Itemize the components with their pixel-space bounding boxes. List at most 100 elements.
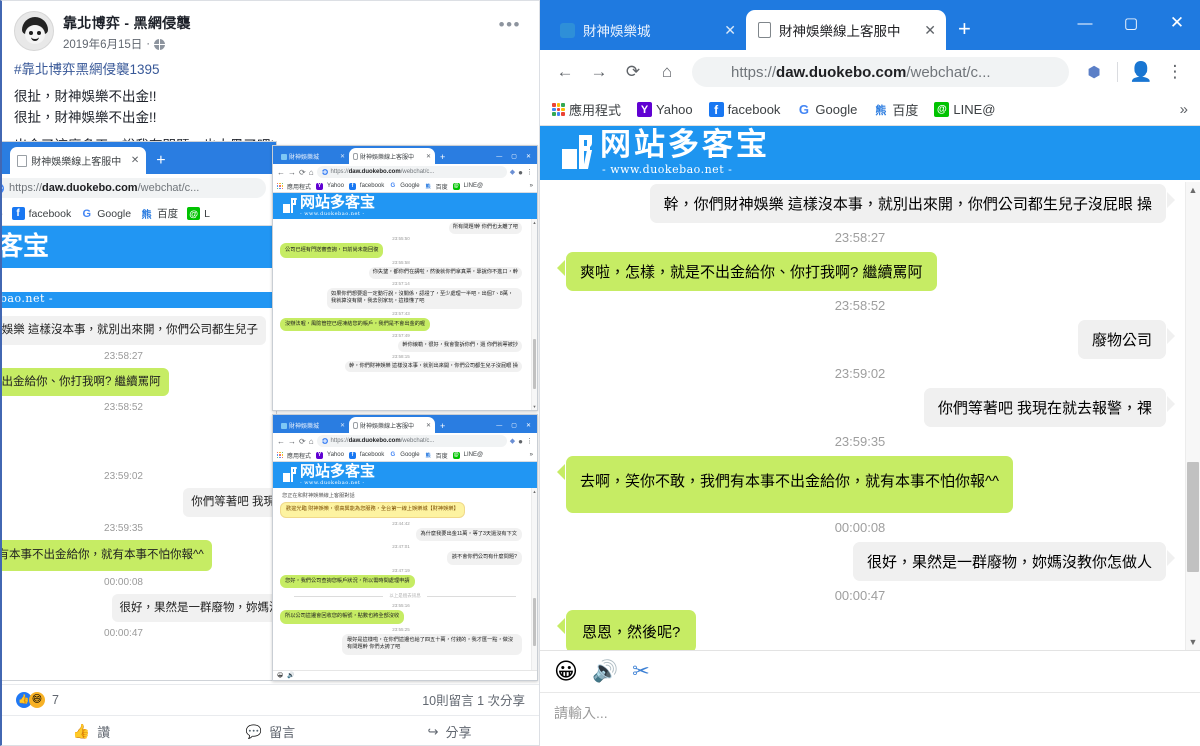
bookmark-baidu[interactable]: 熊 百度 bbox=[425, 182, 448, 191]
back-button[interactable]: ← bbox=[550, 57, 580, 87]
extension-icon[interactable]: ◆ bbox=[510, 168, 515, 176]
back-button[interactable]: ← bbox=[277, 168, 285, 177]
home-button[interactable]: ⌂ bbox=[652, 57, 682, 87]
bookmark-facebook[interactable]: f facebook bbox=[708, 102, 780, 117]
avatar[interactable] bbox=[14, 11, 54, 51]
bookmark-line[interactable]: @ LINE@ bbox=[934, 102, 995, 117]
screenshot-thumbnail-c[interactable]: 財神娛樂城 ✕ 財神娛樂線上客服中 ✕ + — ▢ ✕ ← → ⟳ ⌂ http… bbox=[272, 414, 538, 681]
close-icon[interactable]: ✕ bbox=[426, 422, 431, 429]
emoji-icon[interactable]: 😀 bbox=[554, 658, 578, 685]
extension-icon[interactable]: ⬢ bbox=[1079, 57, 1109, 87]
page-name[interactable]: 靠北博弈 - 黑網侵襲 bbox=[63, 13, 499, 33]
comments-shares-count[interactable]: 10則留言 1 次分享 bbox=[422, 690, 525, 709]
bookmark-yahoo[interactable]: Y Yahoo bbox=[637, 102, 693, 117]
home-button[interactable]: ⌂ bbox=[309, 168, 314, 177]
new-tab-button[interactable]: + bbox=[946, 18, 983, 50]
site-info-icon[interactable] bbox=[706, 64, 723, 81]
minimize-button[interactable]: — bbox=[1062, 0, 1108, 46]
comment-button[interactable]: 💬 留言 bbox=[181, 722, 360, 741]
close-button[interactable]: ✕ bbox=[526, 153, 531, 160]
scrollbar[interactable]: ▲ ▼ bbox=[531, 219, 537, 410]
browser-tab-active[interactable]: 財神娛樂線上客服中 ✕ bbox=[349, 148, 435, 164]
address-bar[interactable]: https://daw.duokebo.com/webchat/c... bbox=[316, 435, 507, 447]
bookmark-baidu[interactable]: 熊 百度 bbox=[873, 100, 918, 119]
post-hashtag[interactable]: #靠北博弈黑網侵襲1395 bbox=[14, 60, 527, 80]
site-info-icon[interactable] bbox=[321, 169, 328, 175]
site-info-icon[interactable] bbox=[2, 182, 4, 194]
reload-button[interactable]: ⟳ bbox=[618, 57, 648, 87]
new-tab-button[interactable]: + bbox=[146, 152, 175, 174]
bookmarks-overflow-button[interactable]: » bbox=[530, 452, 533, 458]
scrollbar-thumb[interactable] bbox=[533, 339, 536, 389]
close-icon[interactable]: ✕ bbox=[340, 153, 345, 160]
scroll-down-arrow[interactable]: ▼ bbox=[532, 404, 537, 409]
bookmark-baidu[interactable]: 熊 百度 bbox=[140, 206, 178, 221]
close-icon[interactable]: ✕ bbox=[340, 422, 345, 429]
bookmark-google[interactable]: G Google bbox=[389, 183, 419, 190]
new-tab-button[interactable]: + bbox=[435, 421, 450, 433]
close-icon[interactable]: ✕ bbox=[131, 155, 139, 166]
scrollbar-thumb[interactable] bbox=[1187, 462, 1199, 572]
scrollbar[interactable]: ▲ ▼ bbox=[531, 488, 537, 680]
bookmark-apps[interactable]: 應用程式 bbox=[277, 182, 311, 191]
screenshot-scissors-icon[interactable]: ✂ bbox=[632, 659, 650, 684]
account-icon[interactable]: 👤 bbox=[1126, 57, 1156, 87]
bookmark-facebook[interactable]: f facebook bbox=[11, 207, 71, 220]
close-icon[interactable]: ✕ bbox=[426, 153, 431, 160]
home-button[interactable]: ⌂ bbox=[309, 437, 314, 446]
minimize-button[interactable]: — bbox=[496, 423, 502, 429]
forward-button[interactable]: → bbox=[288, 168, 296, 177]
post-date[interactable]: 2019年6月15日 bbox=[63, 36, 142, 52]
forward-button[interactable]: → bbox=[288, 437, 296, 446]
browser-tab-active[interactable]: 財神娛樂線上客服中 ✕ bbox=[746, 10, 946, 50]
forward-button[interactable]: → bbox=[584, 57, 614, 87]
reload-button[interactable]: ⟳ bbox=[299, 437, 306, 446]
bookmark-apps[interactable]: 應用程式 bbox=[552, 100, 621, 119]
browser-tab-inactive[interactable]: 財神娛樂城 ✕ bbox=[548, 10, 746, 50]
new-tab-button[interactable]: + bbox=[435, 152, 450, 164]
scroll-down-arrow[interactable]: ▼ bbox=[1186, 637, 1200, 647]
chat-input[interactable]: 請輸入... bbox=[540, 692, 1200, 746]
bookmark-google[interactable]: G Google bbox=[796, 102, 857, 117]
screenshot-thumbnail-a[interactable]: ✕ 財神娛樂線上客服中 ✕ + https://daw.duokebo.com/… bbox=[2, 141, 277, 681]
three-dot-menu-icon[interactable]: ⋮ bbox=[1160, 57, 1190, 87]
close-button[interactable]: ✕ bbox=[526, 422, 531, 429]
bookmark-yahoo[interactable]: Y Yahoo bbox=[316, 451, 344, 459]
bookmark-yahoo[interactable]: Yahoo bbox=[2, 208, 3, 220]
sound-icon[interactable]: 🔊 bbox=[287, 672, 294, 679]
post-more-options-button[interactable]: ••• bbox=[499, 11, 527, 35]
bookmark-google[interactable]: G Google bbox=[80, 207, 131, 220]
bookmark-facebook[interactable]: f facebook bbox=[348, 451, 384, 459]
address-bar[interactable]: https://daw.duokebo.com/webchat/c... bbox=[2, 178, 266, 198]
scroll-up-arrow[interactable]: ▲ bbox=[532, 489, 537, 494]
bookmarks-overflow-button[interactable]: » bbox=[1180, 101, 1188, 118]
bookmark-baidu[interactable]: 熊 百度 bbox=[425, 451, 448, 460]
three-dot-menu-icon[interactable]: ⋮ bbox=[526, 437, 533, 445]
scrollbar-thumb[interactable] bbox=[533, 598, 536, 646]
three-dot-menu-icon[interactable]: ⋮ bbox=[526, 168, 533, 176]
close-button[interactable]: ✕ bbox=[1154, 0, 1200, 46]
browser-tab-inactive[interactable]: 財神娛樂城 ✕ bbox=[277, 149, 349, 164]
maximize-button[interactable]: ▢ bbox=[511, 153, 517, 160]
maximize-button[interactable]: ▢ bbox=[511, 422, 517, 429]
bookmark-yahoo[interactable]: Y Yahoo bbox=[316, 182, 344, 190]
site-info-icon[interactable] bbox=[321, 438, 328, 444]
reaction-icons[interactable]: 👍 😄 bbox=[16, 691, 45, 708]
minimize-button[interactable]: — bbox=[496, 154, 502, 160]
account-icon[interactable]: ● bbox=[518, 437, 523, 446]
close-icon[interactable]: ✕ bbox=[924, 22, 936, 39]
browser-tab-active[interactable]: 財神娛樂線上客服中 ✕ bbox=[10, 147, 147, 174]
scroll-up-arrow[interactable]: ▲ bbox=[1186, 185, 1200, 195]
like-button[interactable]: 👍 讚 bbox=[2, 722, 181, 741]
bookmark-apps[interactable]: 應用程式 bbox=[277, 451, 311, 460]
close-icon[interactable]: ✕ bbox=[2, 155, 3, 168]
bookmarks-overflow-button[interactable]: » bbox=[530, 183, 533, 189]
browser-tab-active[interactable]: 財神娛樂線上客服中 ✕ bbox=[349, 417, 435, 433]
address-bar[interactable]: https://daw.duokebo.com/webchat/c... bbox=[316, 166, 507, 178]
account-icon[interactable]: ● bbox=[518, 168, 523, 177]
reload-button[interactable]: ⟳ bbox=[299, 168, 306, 177]
close-icon[interactable]: ✕ bbox=[724, 22, 736, 39]
reactions-count[interactable]: 7 bbox=[52, 693, 59, 707]
emoji-icon[interactable]: 😀 bbox=[277, 672, 283, 679]
screenshot-thumbnail-b[interactable]: 財神娛樂城 ✕ 財神娛樂線上客服中 ✕ + — ▢ ✕ ← → ⟳ ⌂ http… bbox=[272, 145, 538, 411]
